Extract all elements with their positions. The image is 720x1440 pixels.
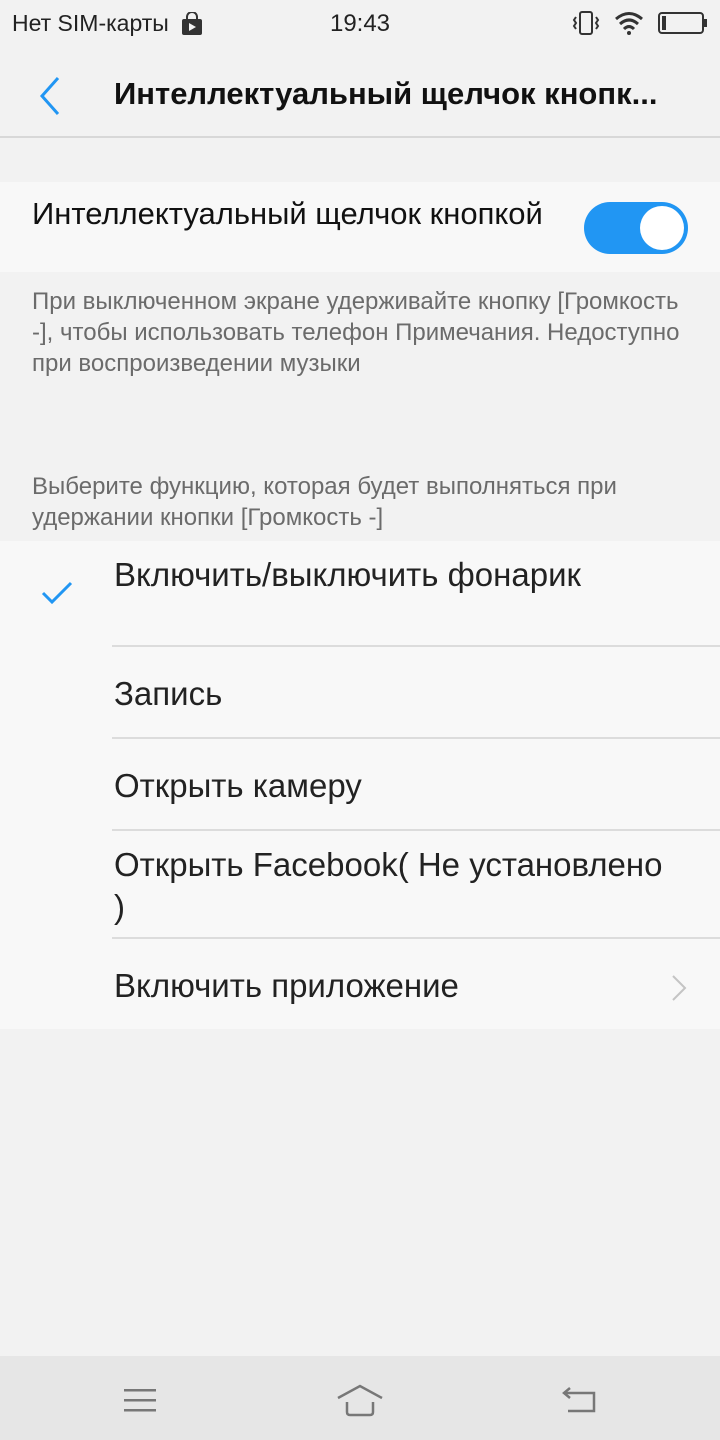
back-nav-button[interactable] [550, 1380, 610, 1420]
toggle-knob [640, 206, 684, 250]
menu-icon [124, 1389, 156, 1412]
status-bar: Нет SIM-карты 19:43 [0, 0, 720, 50]
description-text: При выключенном экране удерживайте кнопк… [32, 288, 680, 377]
smart-click-toggle[interactable] [584, 202, 688, 254]
option-facebook[interactable]: Открыть Facebook( Не установлено ) [0, 831, 720, 939]
status-right [572, 10, 708, 36]
option-label: Запись [114, 675, 223, 712]
smart-click-toggle-row[interactable]: Интеллектуальный щелчок кнопкой [0, 182, 720, 272]
option-flashlight[interactable]: Включить/выключить фонарик [0, 541, 720, 647]
vibrate-icon [572, 11, 600, 35]
chevron-right-icon [672, 975, 687, 1001]
back-icon [562, 1387, 596, 1413]
options-list: Включить/выключить фонарик Запись Открыт… [0, 541, 720, 1029]
nav-bar [0, 1356, 720, 1440]
menu-button[interactable] [110, 1380, 170, 1420]
header: Интеллектуальный щелчок кнопк... [0, 50, 720, 138]
select-hint-text: Выберите функцию, которая будет выполнят… [32, 473, 617, 531]
option-record[interactable]: Запись [0, 647, 720, 739]
chevron-left-icon [39, 77, 60, 115]
home-button[interactable] [330, 1380, 390, 1420]
check-icon [41, 581, 73, 605]
wifi-icon [615, 12, 643, 35]
option-label: Включить приложение [114, 967, 459, 1004]
home-icon [337, 1384, 383, 1417]
toggle-label: Интеллектуальный щелчок кнопкой [32, 196, 543, 231]
option-launch-app[interactable]: Включить приложение [0, 939, 720, 1029]
battery-icon [658, 12, 707, 34]
option-label: Открыть Facebook( Не установлено ) [114, 846, 663, 925]
option-label: Открыть камеру [114, 767, 362, 804]
option-label: Включить/выключить фонарик [114, 556, 581, 593]
option-camera[interactable]: Открыть камеру [0, 739, 720, 831]
back-button[interactable] [30, 72, 70, 120]
page-title: Интеллектуальный щелчок кнопк... [114, 76, 658, 111]
